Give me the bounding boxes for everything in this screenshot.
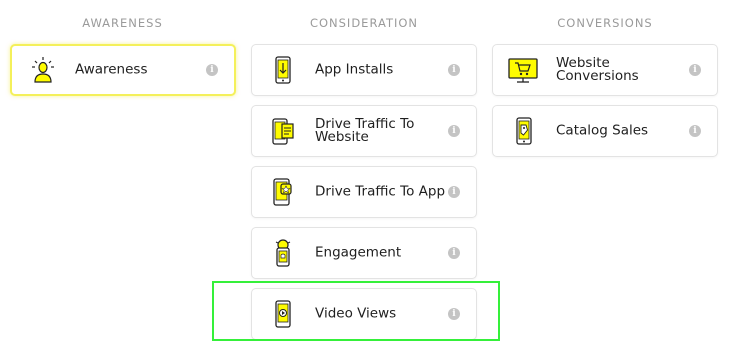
info-icon[interactable]: i (448, 64, 460, 76)
info-icon[interactable]: i (448, 125, 460, 137)
phone-download-icon (270, 54, 296, 86)
awareness-heading: AWARENESS (82, 16, 163, 30)
objective-card-engagement[interactable]: Engagement i (251, 227, 477, 279)
info-icon[interactable]: i (689, 64, 701, 76)
awareness-label: Awareness (75, 61, 148, 78)
catalog-sales-label: Catalog Sales (556, 122, 649, 139)
info-icon[interactable]: i (448, 186, 460, 198)
objective-card-awareness[interactable]: Awareness i (10, 44, 236, 96)
info-icon[interactable]: i (448, 247, 460, 259)
objective-card-drive-traffic-app[interactable]: Drive Traffic To App i (251, 166, 477, 218)
engagement-label: Engagement (315, 244, 402, 261)
phone-app-icon (270, 176, 296, 208)
info-icon[interactable]: i (689, 125, 701, 137)
consideration-heading: CONSIDERATION (309, 16, 419, 30)
app-installs-label: App Installs (315, 61, 394, 78)
label-line-2: Website (315, 129, 369, 145)
phone-ring-icon (270, 237, 296, 269)
highlight-box (212, 281, 500, 341)
phone-tag-icon (511, 115, 537, 147)
info-icon[interactable]: i (206, 64, 218, 76)
objective-card-website-conversions[interactable]: Website Conversions i (492, 44, 718, 96)
label-line-2: Conversions (556, 68, 639, 84)
objective-card-app-installs[interactable]: App Installs i (251, 44, 477, 96)
objective-card-catalog-sales[interactable]: Catalog Sales i (492, 105, 718, 157)
website-conversions-label: Website Conversions (556, 56, 639, 84)
lightbulb-person-icon (30, 54, 56, 86)
conversions-heading: CONVERSIONS (557, 16, 653, 30)
drive-traffic-app-label: Drive Traffic To App (315, 183, 446, 200)
phone-webpage-icon (270, 115, 296, 147)
monitor-cart-icon (507, 54, 539, 86)
objective-card-drive-traffic-website[interactable]: Drive Traffic To Website i (251, 105, 477, 157)
drive-traffic-website-label: Drive Traffic To Website (315, 117, 414, 145)
